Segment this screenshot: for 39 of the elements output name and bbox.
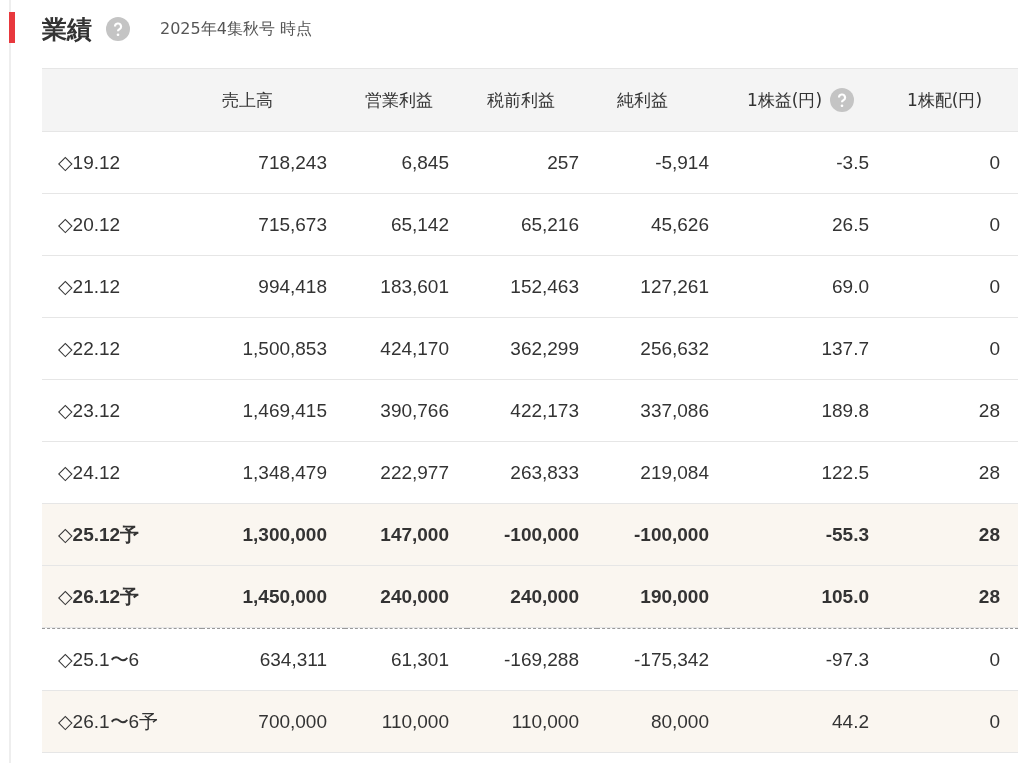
table-cell: 190,000 [597,566,727,628]
table-cell: 28 [887,566,1018,628]
table-cell: 28 [887,504,1018,566]
column-header: 1株配(円) [907,88,983,112]
column-header: 税前利益 [487,88,555,112]
table-cell: 0 [887,628,1018,691]
table-cell: 80,000 [597,691,727,753]
table-cell: 61,301 [345,628,467,691]
section-subtitle: 2025年4集秋号 時点 [160,18,312,40]
period-cell: ◇26.12予 [42,566,202,628]
period-cell: ◇25.1〜6 [42,628,202,691]
table-cell: 1,300,000 [202,504,345,566]
table-cell: 110,000 [467,691,597,753]
table-cell: 700,000 [202,691,345,753]
help-icon[interactable] [106,17,130,41]
table-cell: 634,311 [202,628,345,691]
table-cell: 110,000 [345,691,467,753]
table-cell: -55.3 [727,504,887,566]
table-cell: 105.0 [727,566,887,628]
column-header: 1株益(円) [747,88,823,112]
column-header: 営業利益 [365,88,433,112]
table-cell: 0 [887,691,1018,753]
table-cell: 147,000 [345,504,467,566]
period-cell: ◇26.1〜6予 [42,691,202,753]
accent-bar [9,12,15,43]
table-cell: 240,000 [345,566,467,628]
table-cell: -175,342 [597,628,727,691]
column-header: 純利益 [617,88,668,112]
period-cell: ◇25.12予 [42,504,202,566]
table-cell: -100,000 [597,504,727,566]
table-cell: 240,000 [467,566,597,628]
column-header: 売上高 [222,88,273,112]
help-icon[interactable] [830,88,855,112]
table-cell: -169,288 [467,628,597,691]
table-cell: 1,450,000 [202,566,345,628]
table-cell: 44.2 [727,691,887,753]
table-cell: -97.3 [727,628,887,691]
section-title: 業績 [42,13,92,46]
table-cell: -100,000 [467,504,597,566]
